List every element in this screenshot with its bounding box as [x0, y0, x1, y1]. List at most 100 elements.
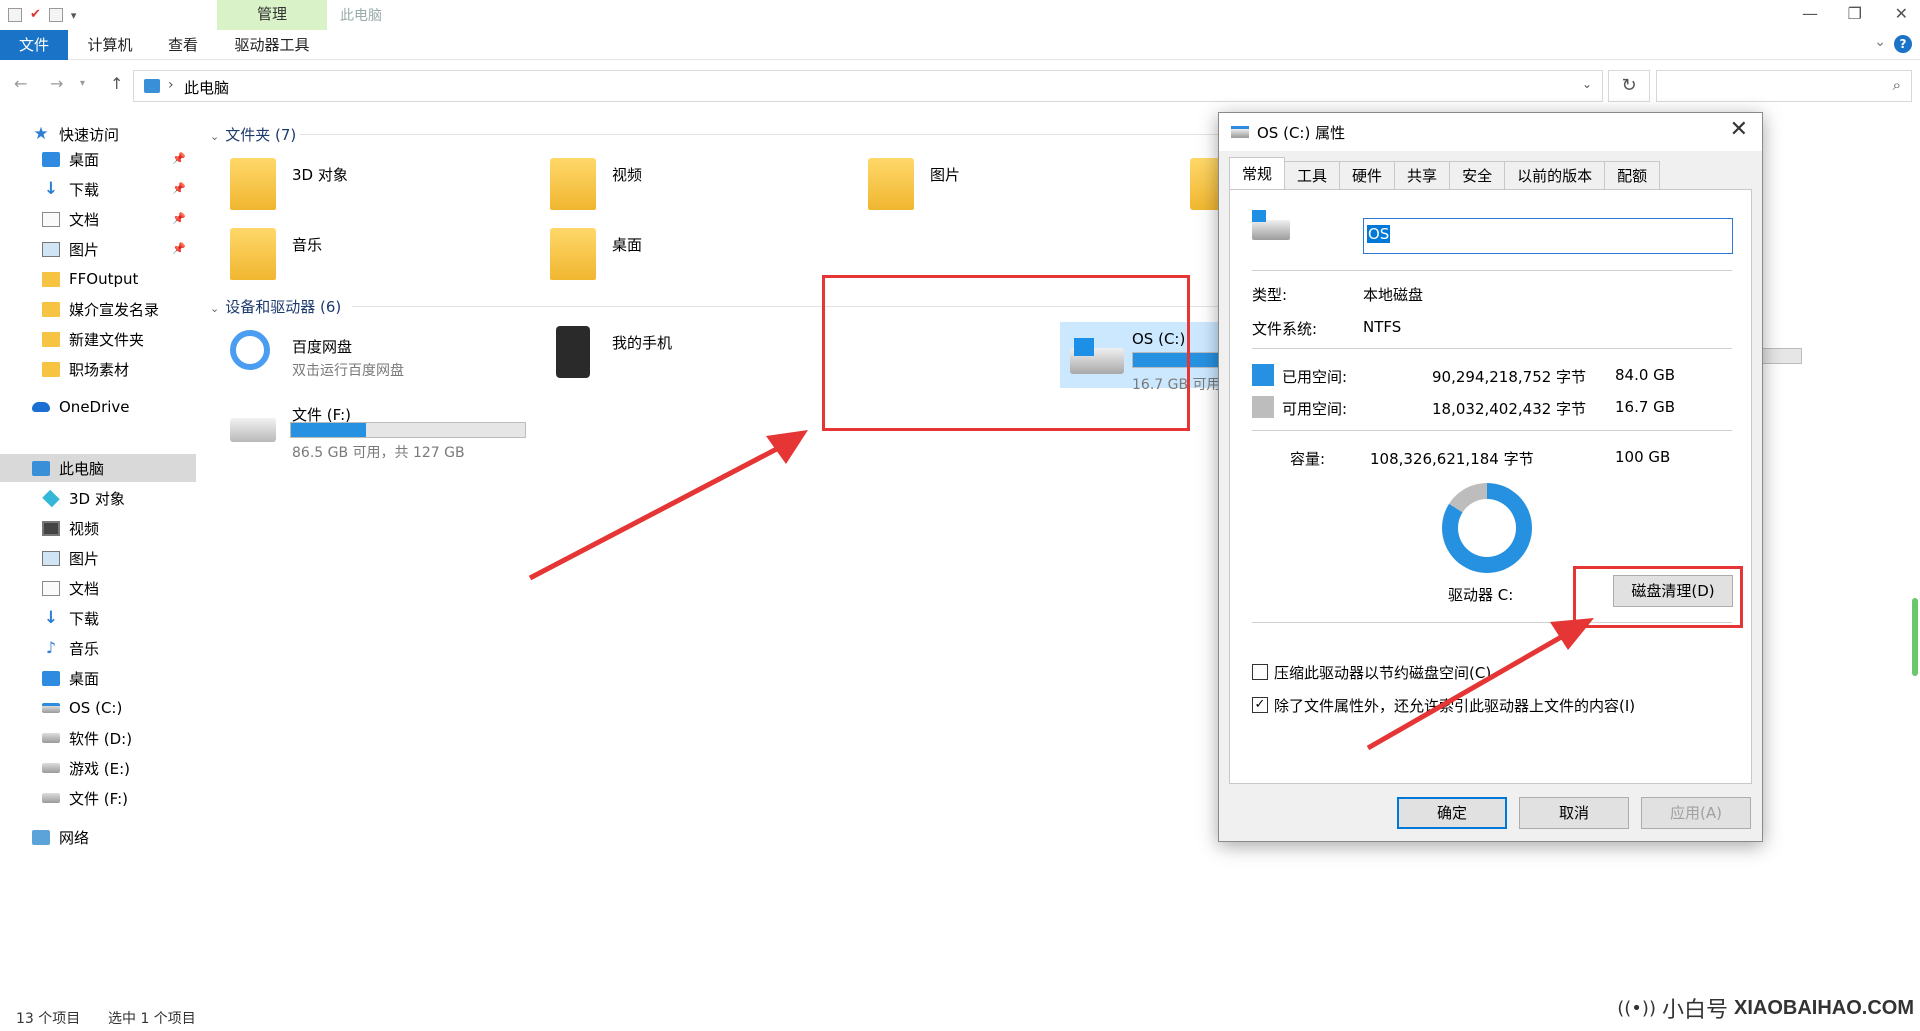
disk-usage-pie-chart [1442, 483, 1532, 573]
sidebar-item-drive-c[interactable]: OS (C:) [0, 694, 196, 722]
folder-name: 桌面 [612, 236, 643, 254]
close-dialog-icon[interactable]: ✕ [1730, 117, 1748, 142]
sidebar-item-media-list[interactable]: 媒介宣发名录 [0, 295, 196, 323]
sidebar-item-drive-e[interactable]: 游戏 (E:) [0, 754, 196, 782]
download-icon: ↓ [43, 178, 59, 199]
expand-ribbon-icon[interactable]: ⌄ [1874, 34, 1886, 50]
tab-view[interactable]: 查看 [160, 30, 206, 60]
forward-icon[interactable]: → [50, 74, 63, 93]
phone-icon [556, 326, 590, 378]
sidebar-item-videos[interactable]: 视频 [0, 514, 196, 542]
drive-f[interactable]: 文件 (F:) 86.5 GB 可用，共 127 GB [222, 398, 526, 461]
sidebar-item-downloads[interactable]: ↓ 下载 📌 [0, 175, 196, 203]
group-header-devices[interactable]: ⌄ 设备和驱动器 (6) [210, 296, 341, 317]
scrollbar-indicator[interactable] [1912, 598, 1918, 676]
folder-music[interactable]: 音乐 [222, 228, 502, 288]
sidebar-item-this-pc[interactable]: 此电脑 [0, 454, 196, 482]
sidebar-item-music[interactable]: ♪ 音乐 [0, 634, 196, 662]
sidebar-item-ffoutput[interactable]: FFOutput [0, 265, 196, 293]
sidebar-item-label: 视频 [69, 519, 100, 538]
apply-button[interactable]: 应用(A) [1641, 797, 1751, 829]
cancel-button[interactable]: 取消 [1519, 797, 1629, 829]
breadcrumb-separator-icon[interactable]: › [168, 77, 174, 93]
new-folder-icon[interactable] [48, 8, 63, 22]
tab-computer[interactable]: 计算机 [80, 30, 140, 60]
folder-pictures[interactable]: 图片 [860, 158, 1140, 218]
folder-desktop[interactable]: 桌面 [542, 228, 822, 288]
tab-file[interactable]: 文件 [0, 30, 68, 60]
up-icon[interactable]: ↑ [110, 74, 123, 93]
broadcast-icon: ((•)) [1617, 997, 1656, 1019]
tab-tools[interactable]: 工具 [1284, 161, 1341, 189]
address-row: ← → ▾ ↑ › 此电脑 ⌄ ↻ ⌕ [0, 66, 1920, 106]
sidebar-item-label: 游戏 (E:) [69, 759, 131, 778]
sidebar-item-network[interactable]: 网络 [0, 823, 196, 851]
sidebar-item-drive-d[interactable]: 软件 (D:) [0, 724, 196, 752]
collapse-chevron-icon[interactable]: ⌄ [210, 302, 219, 315]
refresh-button[interactable]: ↻ [1608, 70, 1650, 102]
manage-contextual-tab[interactable]: 管理 [217, 0, 327, 30]
group-divider [300, 134, 1340, 135]
sidebar-item-workplace-assets[interactable]: 职场素材 [0, 355, 196, 383]
group-header-folders[interactable]: ⌄ 文件夹 (7) [210, 124, 296, 145]
free-space-gb: 16.7 GB [1615, 398, 1676, 416]
sidebar-item-documents[interactable]: 文档 📌 [0, 205, 196, 233]
tab-hardware[interactable]: 硬件 [1339, 161, 1396, 189]
tab-sharing[interactable]: 共享 [1394, 161, 1451, 189]
sidebar-item-label: 媒介宣发名录 [69, 300, 160, 319]
customize-toolbar-icon[interactable]: ▾ [71, 9, 77, 22]
restore-icon[interactable]: ❐ [1848, 4, 1862, 23]
divider [1252, 270, 1732, 271]
recent-locations-icon[interactable]: ▾ [80, 78, 85, 89]
ok-button[interactable]: 确定 [1397, 797, 1507, 829]
device-baidu-netdisk[interactable]: 百度网盘 双击运行百度网盘 [222, 330, 502, 390]
checkmark-icon[interactable]: ✔ [30, 8, 41, 22]
quick-access-toolbar: ✔ ▾ [8, 5, 76, 25]
sidebar-item-label: 图片 [69, 549, 100, 568]
sidebar-item-pictures[interactable]: 图片 📌 [0, 235, 196, 263]
used-space-bytes: 90,294,218,752 字节 [1432, 368, 1587, 386]
sidebar-item-quick-access[interactable]: ★ 快速访问 [0, 120, 196, 148]
breadcrumb-this-pc[interactable]: 此电脑 [184, 77, 229, 98]
filesystem-label: 文件系统: [1252, 320, 1318, 338]
sidebar-item-onedrive[interactable]: OneDrive [0, 393, 196, 421]
network-icon [32, 829, 50, 845]
tab-security[interactable]: 安全 [1449, 161, 1506, 189]
sidebar-item-pictures-pc[interactable]: 图片 [0, 544, 196, 572]
minimize-icon[interactable]: — [1802, 4, 1818, 23]
tab-quota[interactable]: 配额 [1604, 161, 1661, 189]
tab-previous-versions[interactable]: 以前的版本 [1504, 161, 1606, 189]
compress-checkbox[interactable] [1252, 664, 1268, 680]
address-bar[interactable]: › 此电脑 ⌄ [133, 70, 1603, 102]
windows-logo-icon [1252, 210, 1266, 222]
help-icon[interactable]: ? [1894, 35, 1912, 53]
cloud-icon [32, 402, 50, 412]
sidebar-item-desktop-pc[interactable]: 桌面 [0, 664, 196, 692]
sidebar-item-documents-pc[interactable]: 文档 [0, 574, 196, 602]
tab-general[interactable]: 常规 [1229, 157, 1286, 189]
folder-icon [1190, 158, 1220, 210]
folder-3d-objects[interactable]: 3D 对象 [222, 158, 502, 218]
back-icon[interactable]: ← [14, 74, 27, 93]
sidebar-item-new-folder[interactable]: 新建文件夹 [0, 325, 196, 353]
sidebar-item-3d-objects[interactable]: 3D 对象 [0, 484, 196, 512]
address-dropdown-icon[interactable]: ⌄ [1582, 77, 1592, 91]
sidebar-item-downloads-pc[interactable]: ↓ 下载 [0, 604, 196, 632]
search-input[interactable]: ⌕ [1656, 70, 1912, 102]
navigation-pane: ★ 快速访问 桌面 📌 ↓ 下载 📌 文档 📌 图片 📌 FFOutput 媒介… [0, 120, 196, 1000]
index-checkbox[interactable]: ✓ [1252, 697, 1268, 713]
folder-videos[interactable]: 视频 [542, 158, 822, 218]
used-space-label: 已用空间: [1282, 368, 1348, 386]
search-icon[interactable]: ⌕ [1893, 76, 1901, 94]
sidebar-item-label: 此电脑 [59, 459, 105, 478]
drive-icon [42, 733, 60, 743]
sidebar-item-drive-f[interactable]: 文件 (F:) [0, 784, 196, 812]
pie-chart-hole [1458, 499, 1516, 557]
close-window-icon[interactable]: ✕ [1895, 4, 1908, 23]
properties-icon[interactable] [8, 8, 22, 22]
volume-name-input[interactable]: OS [1363, 218, 1733, 254]
device-my-phone[interactable]: 我的手机 [542, 326, 822, 386]
collapse-chevron-icon[interactable]: ⌄ [210, 130, 219, 143]
sidebar-item-desktop[interactable]: 桌面 📌 [0, 145, 196, 173]
tab-drive-tools[interactable]: 驱动器工具 [226, 30, 318, 60]
